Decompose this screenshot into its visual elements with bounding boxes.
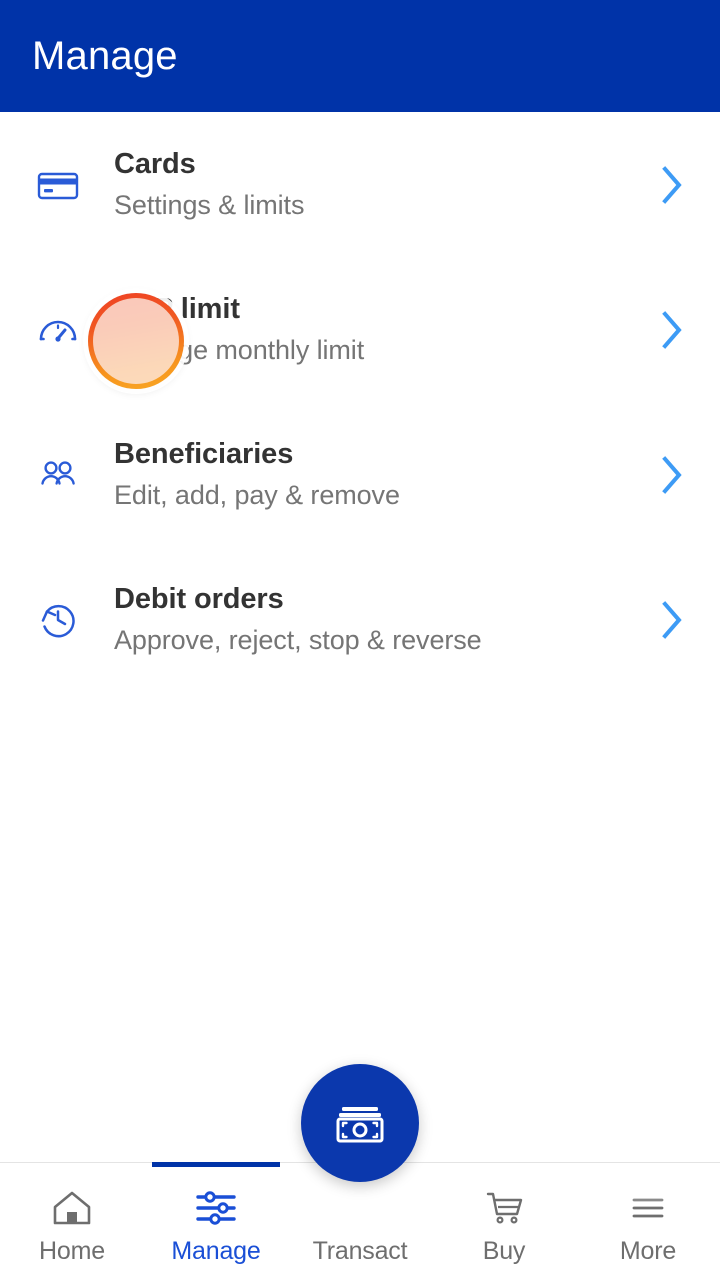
nav-item-manage[interactable]: Manage bbox=[144, 1162, 288, 1280]
nav-item-buy[interactable]: Buy bbox=[432, 1163, 576, 1280]
transact-fab-button[interactable] bbox=[301, 1064, 419, 1182]
menu-item-subtitle: Change monthly limit bbox=[114, 334, 365, 365]
chevron-right-icon[interactable] bbox=[652, 596, 692, 644]
menu-item-eap-limit[interactable]: EAP limit Change monthly limit bbox=[0, 257, 720, 402]
chevron-right-icon[interactable] bbox=[652, 451, 692, 499]
hamburger-menu-icon bbox=[625, 1185, 671, 1231]
shopping-cart-icon bbox=[481, 1185, 527, 1231]
banknote-icon bbox=[329, 1092, 391, 1154]
nav-item-home[interactable]: Home bbox=[0, 1163, 144, 1280]
chevron-right-icon[interactable] bbox=[652, 306, 692, 354]
menu-item-title: EAP limit bbox=[114, 293, 240, 326]
menu-item-beneficiaries[interactable]: Beneficiaries Edit, add, pay & remove bbox=[0, 402, 720, 547]
active-tab-indicator bbox=[152, 1162, 280, 1167]
credit-card-icon bbox=[30, 157, 86, 213]
menu-item-text: EAP limit Change monthly limit bbox=[114, 291, 652, 367]
menu-item-subtitle: Settings & limits bbox=[114, 189, 305, 220]
menu-item-title: Debit orders bbox=[114, 583, 284, 616]
home-icon bbox=[49, 1185, 95, 1231]
page-title: Manage bbox=[32, 34, 178, 78]
menu-item-text: Debit orders Approve, reject, stop & rev… bbox=[114, 581, 652, 657]
manage-screen: Manage Cards Settings & limits EAP limit… bbox=[0, 0, 720, 1280]
menu-item-text: Beneficiaries Edit, add, pay & remove bbox=[114, 436, 652, 512]
menu-item-title: Cards bbox=[114, 148, 196, 181]
people-icon bbox=[30, 447, 86, 503]
nav-label-home: Home bbox=[39, 1237, 105, 1265]
menu-item-cards[interactable]: Cards Settings & limits bbox=[0, 112, 720, 257]
sliders-icon bbox=[193, 1185, 239, 1231]
manage-menu-list: Cards Settings & limits EAP limit Change… bbox=[0, 112, 720, 692]
nav-item-more[interactable]: More bbox=[576, 1163, 720, 1280]
menu-item-title: Beneficiaries bbox=[114, 438, 294, 471]
menu-item-subtitle: Approve, reject, stop & reverse bbox=[114, 624, 482, 655]
menu-item-debit-orders[interactable]: Debit orders Approve, reject, stop & rev… bbox=[0, 547, 720, 692]
clock-history-icon bbox=[30, 592, 86, 648]
app-header: Manage bbox=[0, 0, 720, 112]
nav-label-more: More bbox=[619, 1237, 677, 1265]
nav-label-transact: Transact bbox=[312, 1237, 408, 1265]
menu-item-subtitle: Edit, add, pay & remove bbox=[114, 479, 400, 510]
nav-label-buy: Buy bbox=[482, 1237, 526, 1265]
menu-item-text: Cards Settings & limits bbox=[114, 146, 652, 222]
chevron-right-icon[interactable] bbox=[652, 161, 692, 209]
gauge-icon bbox=[30, 302, 86, 358]
nav-label-manage: Manage bbox=[171, 1237, 261, 1265]
